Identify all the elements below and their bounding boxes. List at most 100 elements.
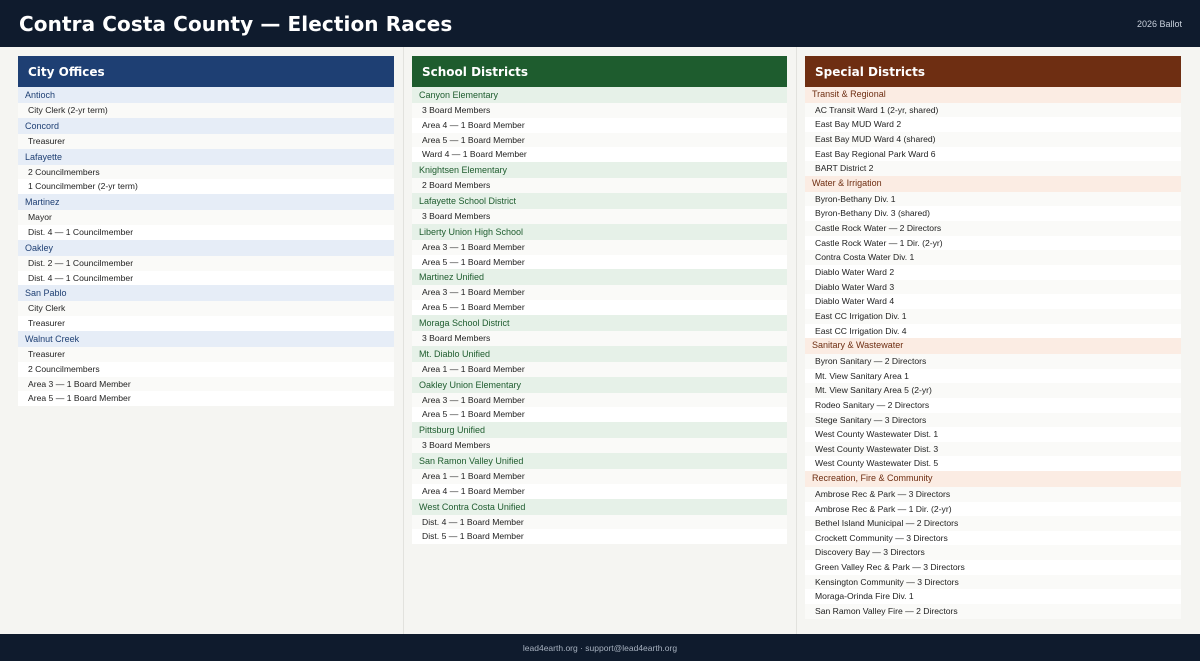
group-title: Walnut Creek [18,330,394,347]
race-item: East CC Irrigation Div. 4 [805,323,1181,339]
race-list: Dist. 2 — 1 Councilmember Dist. 4 — 1 Cou… [18,255,394,286]
race-list: 2 Councilmembers 1 Councilmember (2-yr te… [18,164,394,195]
group-title: Recreation, Fire & Community [805,471,1181,487]
race-item: East CC Irrigation Div. 1 [805,308,1181,324]
race-item: City Clerk (2-yr term) [18,103,394,118]
race-item: 2 Councilmembers [18,361,394,377]
city-offices-list: Antioch City Clerk (2-yr term) Concord Trea… [18,87,394,407]
race-list: Dist. 4 — 1 Board Member Dist. 5 — 1 Boar… [412,514,787,545]
race-item: Byron-Bethany Div. 3 (shared) [805,206,1181,222]
race-item: Dist. 4 — 1 Board Member [412,514,787,530]
race-item: Area 3 — 1 Board Member [18,376,394,392]
race-list: 3 Board Members [412,330,787,346]
race-group: Walnut Creek Treasurer 2 Councilmembers Are… [18,330,394,407]
header-bar: Contra Costa County — Election Races 202… [0,0,1200,47]
race-group: San Ramon Valley Unified Area 1 — 1 Board… [412,452,787,499]
race-item: Moraga-Orinda Fire Div. 1 [805,589,1181,605]
race-item: West County Wastewater Dist. 1 [805,427,1181,442]
race-item: 1 Councilmember (2-yr term) [18,179,394,195]
race-item: Dist. 4 — 1 Councilmember [18,270,394,286]
race-group: Martinez Mayor Dist. 4 — 1 Councilmember [18,194,394,240]
race-item: East Bay Regional Park Ward 6 [805,146,1181,162]
race-item: Byron Sanitary — 2 Directors [805,354,1181,369]
race-item: Bethel Island Municipal — 2 Directors [805,516,1181,531]
race-group: Antioch City Clerk (2-yr term) [18,87,394,118]
race-item: Kensington Community — 3 Directors [805,574,1181,590]
group-title: Lafayette [18,148,394,165]
race-item: BART District 2 [805,161,1181,176]
group-title: Knightsen Elementary [412,162,787,179]
race-item: Discovery Bay — 3 Directors [805,545,1181,561]
race-list: City Clerk (2-yr term) [18,103,394,118]
group-title: Lafayette School District [412,192,787,209]
race-item: Byron-Bethany Div. 1 [805,191,1181,207]
race-item: Area 5 — 1 Board Member [412,254,787,270]
race-list: City Clerk Treasurer [18,301,394,331]
race-item: 3 Board Members [412,330,787,346]
group-title: Canyon Elementary [412,87,787,103]
race-item: Area 4 — 1 Board Member [412,117,787,133]
race-group: Moraga School District 3 Board Members [412,314,787,346]
race-list: Area 3 — 1 Board Member Area 5 — 1 Board … [412,239,787,270]
race-group: Sanitary & Wastewater Byron Sanitary — 2 … [805,338,1181,472]
race-item: City Clerk [18,301,394,317]
race-item: East Bay MUD Ward 4 (shared) [805,132,1181,147]
race-list: Byron Sanitary — 2 Directors Mt. View San… [805,354,1181,472]
group-title: Pittsburg Unified [412,422,787,439]
race-item: Dist. 2 — 1 Councilmember [18,255,394,271]
race-item: Area 1 — 1 Board Member [412,361,787,377]
race-group: West Contra Costa Unified Dist. 4 — 1 Boa… [412,498,787,545]
race-item: Ambrose Rec & Park — 1 Dir. (2-yr) [805,501,1181,517]
race-item: East Bay MUD Ward 2 [805,117,1181,133]
race-item: Dist. 4 — 1 Councilmember [18,224,394,240]
group-title: San Pablo [18,285,394,302]
race-item: 3 Board Members [412,208,787,224]
race-list: 3 Board Members [412,208,787,224]
race-item: 2 Councilmembers [18,164,394,180]
school-districts-column: School Districts Canyon Elementary 3 Boar… [403,47,797,634]
race-item: Area 5 — 1 Board Member [412,132,787,148]
group-title: Sanitary & Wastewater [805,338,1181,354]
race-group: Recreation, Fire & Community Ambrose Rec … [805,471,1181,619]
race-group: Oakley Dist. 2 — 1 Councilmember Dist. 4 —… [18,239,394,286]
race-item: Ambrose Rec & Park — 3 Directors [805,486,1181,502]
race-item: Rodeo Sanitary — 2 Directors [805,397,1181,413]
race-group: Water & Irrigation Byron-Bethany Div. 1 By… [805,176,1181,339]
group-title: Martinez Unified [412,269,787,286]
race-item: Diablo Water Ward 2 [805,265,1181,280]
race-list: Ambrose Rec & Park — 3 Directors Ambrose … [805,486,1181,619]
race-group: San Pablo City Clerk Treasurer [18,285,394,331]
race-item: Mayor [18,210,394,225]
race-item: 2 Board Members [412,178,787,193]
group-title: Martinez [18,194,394,211]
race-group: Lafayette 2 Councilmembers 1 Councilmember… [18,148,394,195]
race-list: 3 Board Members Area 4 — 1 Board Member Ar… [412,103,787,163]
race-item: Area 5 — 1 Board Member [412,407,787,423]
race-item: West County Wastewater Dist. 5 [805,456,1181,472]
race-item: Castle Rock Water — 1 Dir. (2-yr) [805,235,1181,251]
group-title: Water & Irrigation [805,176,1181,192]
race-item: Area 3 — 1 Board Member [412,239,787,255]
race-group: Martinez Unified Area 3 — 1 Board Member A… [412,269,787,315]
race-list: AC Transit Ward 1 (2-yr, shared) East Bay… [805,102,1181,176]
races-columns: City Offices Antioch City Clerk (2-yr ter… [0,47,1200,634]
city-offices-header: City Offices [18,56,394,87]
race-group: Lafayette School District 3 Board Members [412,192,787,224]
race-item: AC Transit Ward 1 (2-yr, shared) [805,102,1181,118]
race-group: Transit & Regional AC Transit Ward 1 (2-y… [805,87,1181,176]
race-list: Area 3 — 1 Board Member Area 5 — 1 Board … [412,392,787,423]
group-title: Moraga School District [412,314,787,331]
race-item: Area 1 — 1 Board Member [412,468,787,484]
group-title: Mt. Diablo Unified [412,345,787,362]
city-offices-column: City Offices Antioch City Clerk (2-yr ter… [0,47,403,634]
race-list: Area 1 — 1 Board Member [412,361,787,377]
race-group: Canyon Elementary 3 Board Members Area 4 —… [412,87,787,163]
group-title: Liberty Union High School [412,223,787,240]
race-item: Castle Rock Water — 2 Directors [805,221,1181,236]
race-list: Treasurer 2 Councilmembers Area 3 — 1 Boar… [18,346,394,407]
school-districts-list: Canyon Elementary 3 Board Members Area 4 —… [412,87,787,545]
race-item: Treasurer [18,316,394,331]
group-title: Concord [18,117,394,134]
race-item: San Ramon Valley Fire — 2 Directors [805,604,1181,619]
group-title: Transit & Regional [805,87,1181,103]
